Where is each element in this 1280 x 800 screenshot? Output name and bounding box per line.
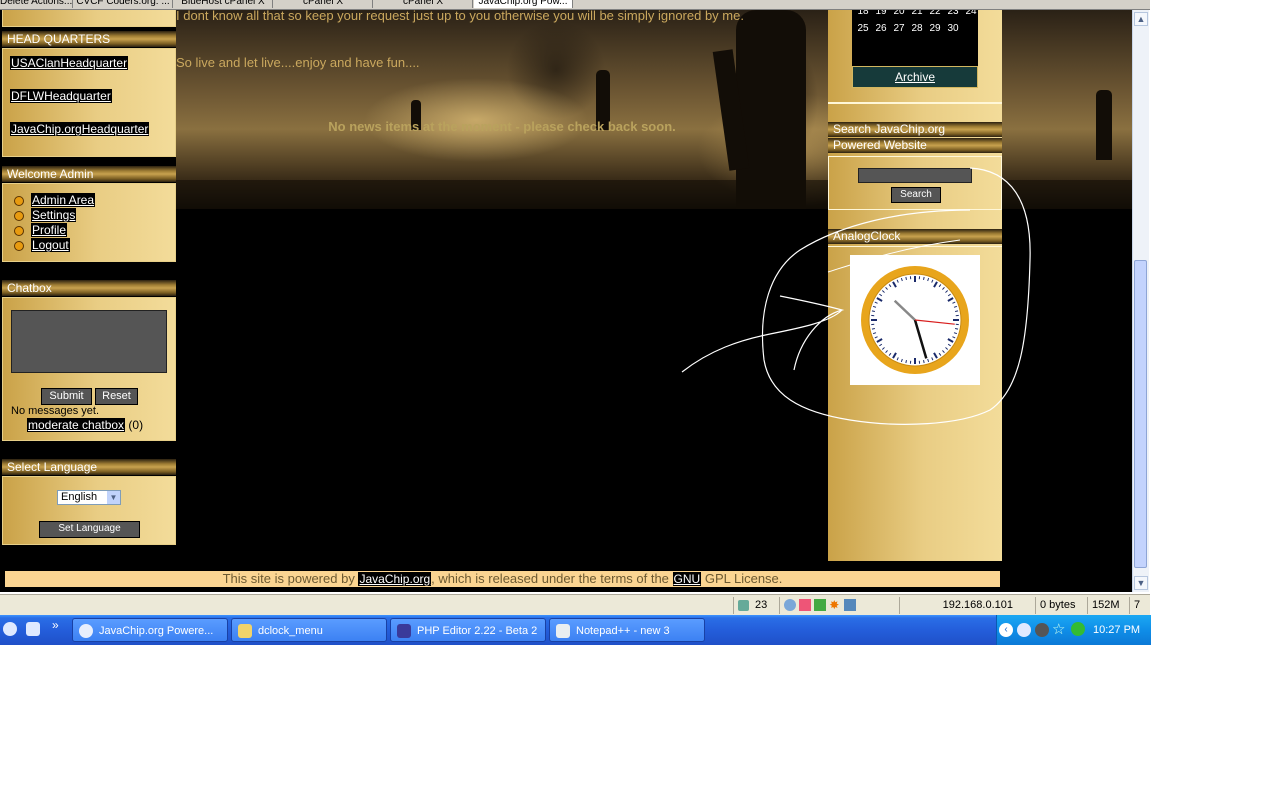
browser-status-bar: 23 ✸ 192.168.0.101 0 bytes 152M 7: [0, 594, 1150, 616]
browser-tab-strip: Delete Actions... CVCF Coders.org: ... B…: [0, 0, 1150, 10]
wifi-icon[interactable]: [1071, 622, 1085, 636]
taskbar-item-php-editor[interactable]: PHP Editor 2.22 - Beta 2: [390, 618, 546, 642]
browser-tab[interactable]: BlueHost cPanel X: [174, 0, 273, 8]
network-icon[interactable]: [784, 599, 796, 612]
clock-time[interactable]: 10:27 PM: [1093, 615, 1140, 645]
recycle-icon: [738, 599, 749, 611]
folder-icon: [238, 624, 252, 638]
status-count-cell: 23: [733, 597, 779, 614]
quicklaunch-icon[interactable]: [26, 622, 40, 636]
star-icon[interactable]: ☆: [1052, 620, 1065, 638]
footer-text: This site is powered by: [222, 571, 355, 586]
browser-tab[interactable]: Delete Actions...: [0, 0, 73, 8]
bytes-counter: 0 bytes: [1035, 597, 1083, 614]
browser-tab-active[interactable]: JavaChip.org Pow...: [474, 0, 573, 8]
taskbar: » JavaChip.org Powere... dclock_menu PHP…: [0, 615, 1150, 645]
browser-tab[interactable]: CVCF Coders.org: ...: [74, 0, 173, 8]
window-icon[interactable]: [844, 599, 857, 612]
site-footer: This site is powered by JavaChip.org, wh…: [5, 571, 1000, 587]
taskbar-item-notepad[interactable]: Notepad++ - new 3: [549, 618, 705, 642]
annotation-strokes: [681, 167, 1031, 425]
browser-icon: [79, 624, 93, 638]
tray-icon[interactable]: [1017, 623, 1031, 637]
sun-icon[interactable]: ✸: [829, 599, 841, 611]
status-extra: 7: [1129, 597, 1150, 614]
status-icons-cell: ✸: [779, 597, 899, 614]
taskbar-item-browser[interactable]: JavaChip.org Powere...: [72, 618, 228, 642]
system-tray: ‹ ☆ 10:27 PM: [996, 615, 1151, 645]
notepad-icon: [556, 624, 570, 638]
browser-tab[interactable]: cPanel X: [374, 0, 473, 8]
page-viewport: I dont know all that so keep your reques…: [0, 10, 1132, 592]
refresh-icon[interactable]: [814, 599, 827, 612]
quicklaunch-icon[interactable]: [3, 622, 17, 636]
memory-usage: 152M: [1087, 597, 1127, 614]
javachip-link[interactable]: JavaChip.org: [358, 572, 432, 586]
annotation-stroke: [827, 239, 961, 273]
scroll-up-icon[interactable]: ▲: [1134, 12, 1148, 26]
footer-text: GPL License.: [704, 571, 783, 586]
annotation-circle: [761, 167, 1031, 425]
tray-icon[interactable]: [1035, 623, 1049, 637]
block-icon[interactable]: [799, 599, 812, 612]
scrollbar-thumb[interactable]: [1134, 260, 1147, 568]
scroll-down-icon[interactable]: ▼: [1134, 576, 1148, 590]
footer-text: , which is released under the terms of t…: [431, 571, 669, 586]
php-icon: [397, 624, 411, 638]
gnu-link[interactable]: GNU: [672, 572, 702, 586]
taskbar-item-folder[interactable]: dclock_menu: [231, 618, 387, 642]
chevron-left-icon[interactable]: ‹: [999, 623, 1013, 637]
chevron-right-icon[interactable]: »: [52, 618, 59, 632]
browser-tab[interactable]: cPanel X: [274, 0, 373, 8]
ip-address: 192.168.0.101: [899, 597, 1019, 614]
